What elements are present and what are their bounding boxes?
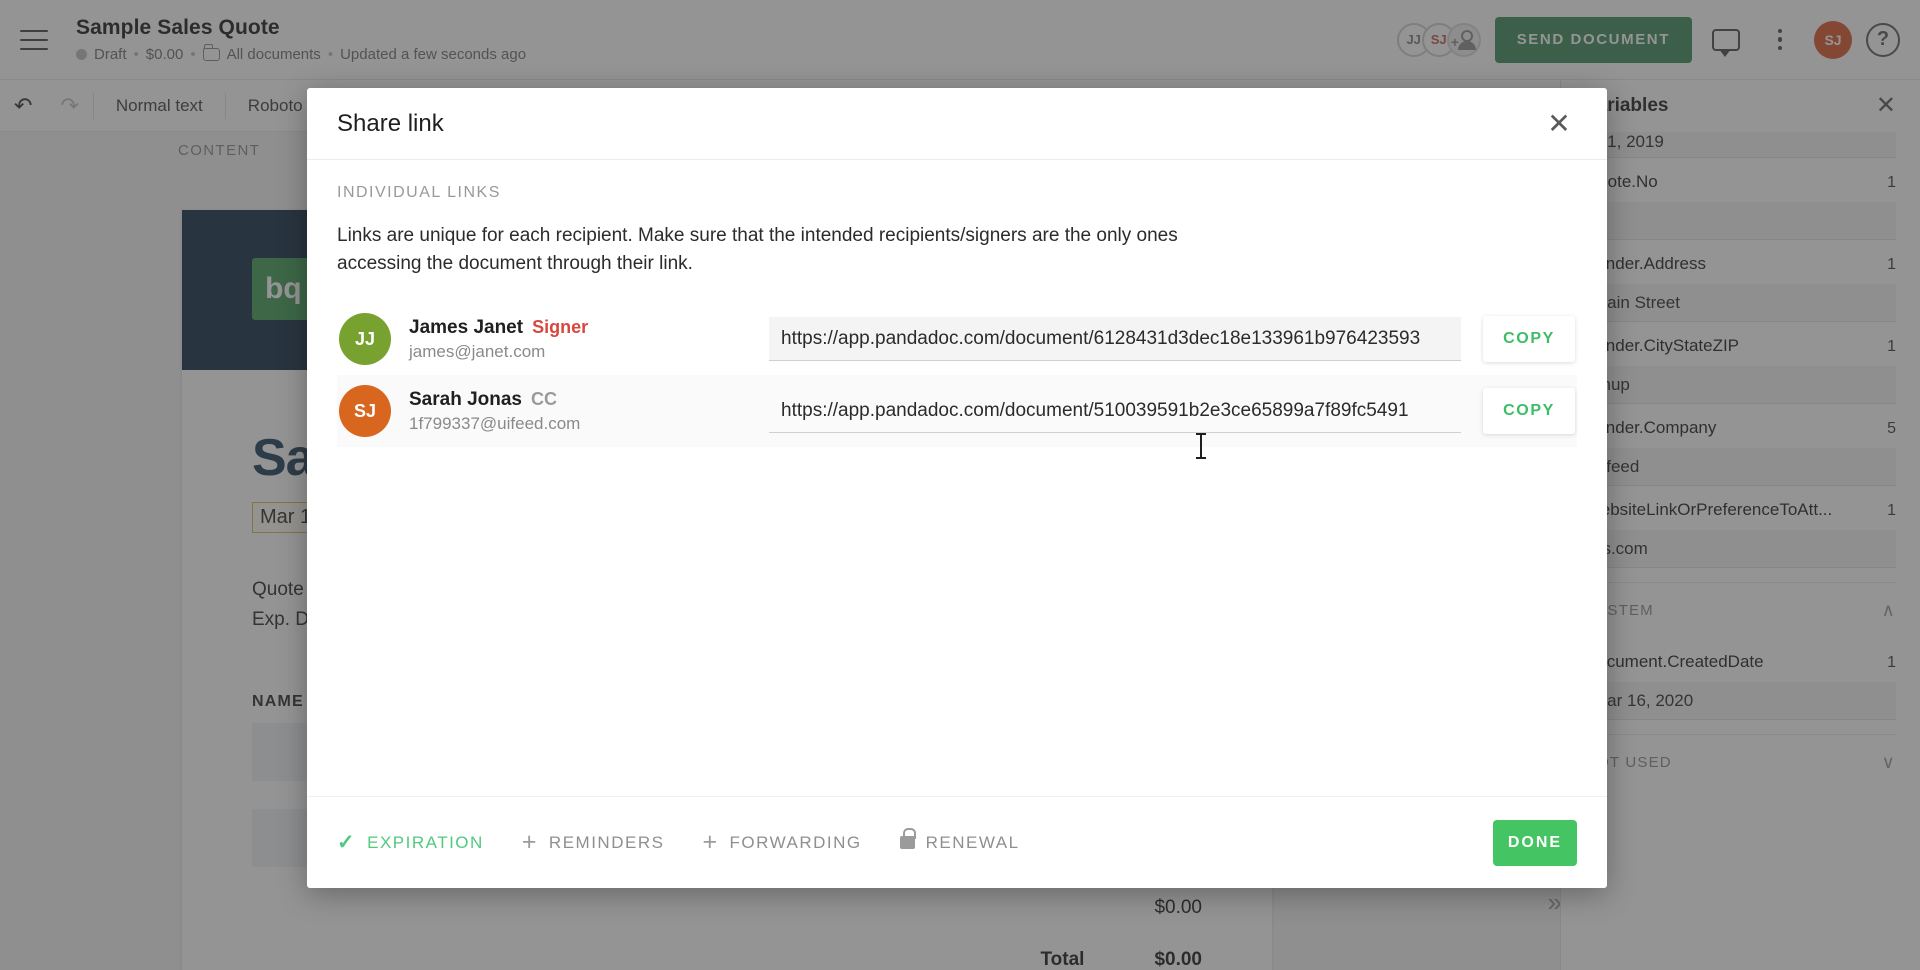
share-link-input[interactable]: [769, 389, 1461, 434]
recipient-info: James Janet Signer james@janet.com: [409, 317, 769, 362]
done-button[interactable]: DONE: [1493, 819, 1577, 866]
reminders-label: REMINDERS: [548, 832, 665, 852]
app-root: Sample Sales Quote Draft • $0.00 • All d…: [0, 0, 1920, 970]
copy-link-button[interactable]: COPY: [1483, 316, 1575, 363]
expiration-option[interactable]: ✓ EXPIRATION: [337, 830, 484, 855]
recipient-role: Signer: [532, 316, 589, 337]
expiration-label: EXPIRATION: [367, 832, 484, 852]
renewal-label: RENEWAL: [925, 832, 1020, 852]
recipients-list: JJ James Janet Signer james@janet.com CO…: [337, 303, 1577, 448]
close-icon[interactable]: ✕: [1541, 106, 1577, 142]
copy-link-button[interactable]: COPY: [1483, 388, 1575, 435]
forwarding-label: FORWARDING: [729, 832, 862, 852]
modal-footer: ✓ EXPIRATION + REMINDERS + FORWARDING RE…: [307, 796, 1607, 888]
plus-icon: +: [702, 828, 719, 856]
footer-options: ✓ EXPIRATION + REMINDERS + FORWARDING RE…: [337, 828, 1020, 855]
modal-title: Share link: [337, 109, 444, 137]
text-cursor-icon: [1196, 433, 1206, 459]
recipient-name: James Janet: [409, 316, 524, 338]
forwarding-option[interactable]: + FORWARDING: [702, 830, 861, 855]
recipient-info: Sarah Jonas CC 1f799337@uifeed.com: [409, 389, 769, 434]
individual-links-label: INDIVIDUAL LINKS: [337, 184, 501, 201]
check-icon: ✓: [337, 831, 357, 854]
lock-icon: [899, 828, 916, 849]
recipient-email: 1f799337@uifeed.com: [409, 413, 581, 433]
list-item: SJ Sarah Jonas CC 1f799337@uifeed.com CO…: [337, 375, 1577, 448]
modal-description: Links are unique for each recipient. Mak…: [337, 225, 1178, 274]
recipient-role: CC: [531, 388, 557, 409]
share-link-modal: Share link ✕ INDIVIDUAL LINKS Links are …: [307, 88, 1607, 888]
renewal-option[interactable]: RENEWAL: [899, 828, 1020, 853]
modal-header: Share link ✕: [307, 88, 1607, 160]
avatar: SJ: [339, 385, 391, 438]
plus-icon: +: [521, 828, 538, 856]
recipient-email: james@janet.com: [409, 341, 546, 361]
reminders-option[interactable]: + REMINDERS: [522, 830, 665, 855]
recipient-name: Sarah Jonas: [409, 388, 522, 410]
list-item: JJ James Janet Signer james@janet.com CO…: [337, 303, 1577, 375]
modal-body: INDIVIDUAL LINKS Links are unique for ea…: [307, 160, 1607, 796]
share-link-input[interactable]: [769, 317, 1461, 362]
avatar: JJ: [339, 313, 391, 366]
